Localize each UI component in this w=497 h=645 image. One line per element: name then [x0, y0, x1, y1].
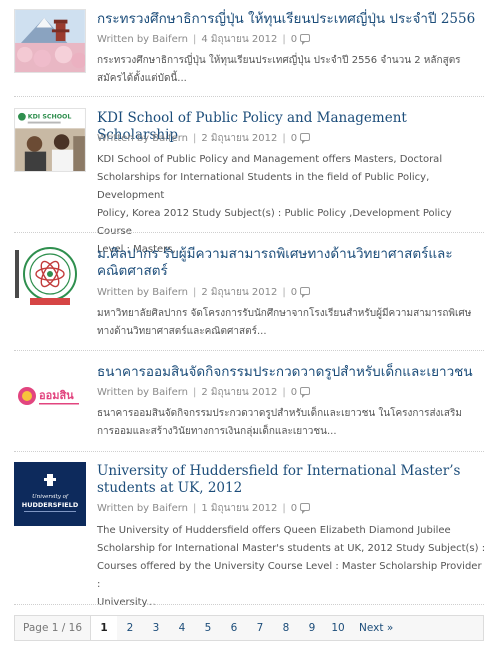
post-excerpt: KDI School of Public Policy and Manageme…: [97, 151, 487, 259]
comment-count[interactable]: 0: [291, 34, 297, 45]
excerpt-line: Policy, Korea 2012 Study Subject(s) : Pu…: [97, 208, 452, 237]
post-thumbnail[interactable]: [14, 9, 86, 73]
excerpt-line: ธนาคารออมสินจัดกิจกรรมประกวดวาดรูปสำหรับ…: [97, 408, 462, 419]
comment-icon[interactable]: [300, 287, 311, 298]
excerpt-line: สมัครได้ตั้งแต่บัดนี้...: [97, 73, 187, 84]
huddersfield-text: HUDDERSFIELD: [22, 501, 79, 509]
excerpt-line: มหาวิทยาลัยศิลปากร จัดโครงการรับนักศึกษา…: [97, 308, 472, 319]
comment-icon[interactable]: [300, 387, 311, 398]
post-date: 2 มิถุนายน 2012: [201, 287, 278, 298]
page-link-current: 1: [91, 616, 118, 640]
post-author: Written by Baifern: [97, 34, 188, 45]
post-title-link[interactable]: ธนาคารออมสินจัดกิจกรรมประกวดวาดรูปสำหรับ…: [97, 364, 489, 381]
post-date: 2 มิถุนายน 2012: [201, 387, 278, 398]
post-excerpt: The University of Huddersfield offers Qu…: [97, 522, 487, 612]
comment-icon[interactable]: [300, 503, 311, 514]
post-divider: [14, 350, 484, 351]
page-link[interactable]: 6: [221, 616, 247, 640]
pagination: Page 1 / 16 1 2 3 4 5 6 7 8 9 10 Next »: [14, 615, 484, 641]
post-thumbnail[interactable]: University of HUDDERSFIELD: [14, 462, 86, 526]
post-divider: [14, 232, 484, 233]
comment-count[interactable]: 0: [291, 503, 297, 514]
post-excerpt: กระทรวงศึกษาธิการญี่ปุ่น ให้ทุนเรียนประเ…: [97, 52, 487, 88]
comment-count[interactable]: 0: [291, 133, 297, 144]
comment-icon[interactable]: [300, 34, 311, 45]
page-link[interactable]: 10: [325, 616, 351, 640]
gsb-logo-text: ออมสิน: [39, 389, 74, 402]
comment-count[interactable]: 0: [291, 387, 297, 398]
post-thumbnail[interactable]: ออมสิน: [14, 366, 86, 426]
excerpt-line: University...: [97, 597, 156, 608]
post-title-link[interactable]: University of Huddersfield for Internati…: [97, 463, 489, 497]
excerpt-line: KDI School of Public Policy and Manageme…: [97, 154, 443, 165]
post-divider: [14, 451, 484, 452]
post-meta: Written by Baifern | 1 มิถุนายน 2012 | 0: [97, 502, 311, 516]
post-excerpt: มหาวิทยาลัยศิลปากร จัดโครงการรับนักศึกษา…: [97, 305, 487, 341]
post-excerpt: ธนาคารออมสินจัดกิจกรรมประกวดวาดรูปสำหรับ…: [97, 405, 487, 441]
post-author: Written by Baifern: [97, 287, 188, 298]
excerpt-line: ทางด้านวิทยาศาสตร์และคณิตศาสตร์...: [97, 326, 267, 337]
post-meta: Written by Baifern | 2 มิถุนายน 2012 | 0: [97, 132, 311, 146]
post-meta: Written by Baifern | 2 มิถุนายน 2012 | 0: [97, 286, 311, 300]
next-page-link[interactable]: Next »: [351, 616, 401, 640]
page-count-label: Page 1 / 16: [15, 616, 92, 640]
post-divider: [14, 96, 484, 97]
excerpt-line: Scholarship for International Master's s…: [97, 543, 486, 554]
page-link[interactable]: 4: [169, 616, 195, 640]
post-author: Written by Baifern: [97, 133, 188, 144]
post-title-link[interactable]: ม.ศิลปากร รับผู้มีความสามารถพิเศษทางด้าน…: [97, 246, 489, 280]
excerpt-line: การออมและสร้างวินัยทางการเงินกลุ่มเด็กแล…: [97, 426, 337, 437]
kdi-logo-text: KDI SCHOOL: [28, 114, 72, 121]
post-date: 2 มิถุนายน 2012: [201, 133, 278, 144]
post-meta: Written by Baifern | 4 มิถุนายน 2012 | 0: [97, 33, 311, 47]
comment-count[interactable]: 0: [291, 287, 297, 298]
excerpt-line: Courses offered by the University Course…: [97, 561, 482, 590]
excerpt-line: กระทรวงศึกษาธิการญี่ปุ่น ให้ทุนเรียนประเ…: [97, 55, 461, 66]
post-author: Written by Baifern: [97, 387, 188, 398]
comment-icon[interactable]: [300, 133, 311, 144]
mount-fuji-image: [15, 10, 85, 72]
page-link[interactable]: 3: [143, 616, 169, 640]
page-link[interactable]: 8: [273, 616, 299, 640]
page-link[interactable]: 5: [195, 616, 221, 640]
post-meta: Written by Baifern | 2 มิถุนายน 2012 | 0: [97, 386, 311, 400]
page-link[interactable]: 7: [247, 616, 273, 640]
post-divider: [14, 604, 484, 605]
huddersfield-logo-image: University of HUDDERSFIELD: [14, 462, 86, 526]
post-date: 4 มิถุนายน 2012: [201, 34, 278, 45]
post-thumbnail[interactable]: [14, 244, 86, 308]
excerpt-line: Scholarships for International Students …: [97, 172, 430, 201]
post-thumbnail[interactable]: KDI SCHOOL: [14, 108, 86, 172]
university-of-text: University of: [32, 494, 69, 500]
page-link[interactable]: 2: [117, 616, 143, 640]
page-link[interactable]: 9: [299, 616, 325, 640]
excerpt-line: The University of Huddersfield offers Qu…: [97, 525, 451, 536]
post-title-link[interactable]: กระทรวงศึกษาธิการญี่ปุ่น ให้ทุนเรียนประเ…: [97, 11, 489, 28]
kdi-school-image: KDI SCHOOL: [15, 109, 85, 171]
gsb-logo-image: ออมสิน: [14, 366, 86, 426]
post-date: 1 มิถุนายน 2012: [201, 503, 278, 514]
silpakorn-logo-image: [14, 244, 86, 308]
post-author: Written by Baifern: [97, 503, 188, 514]
